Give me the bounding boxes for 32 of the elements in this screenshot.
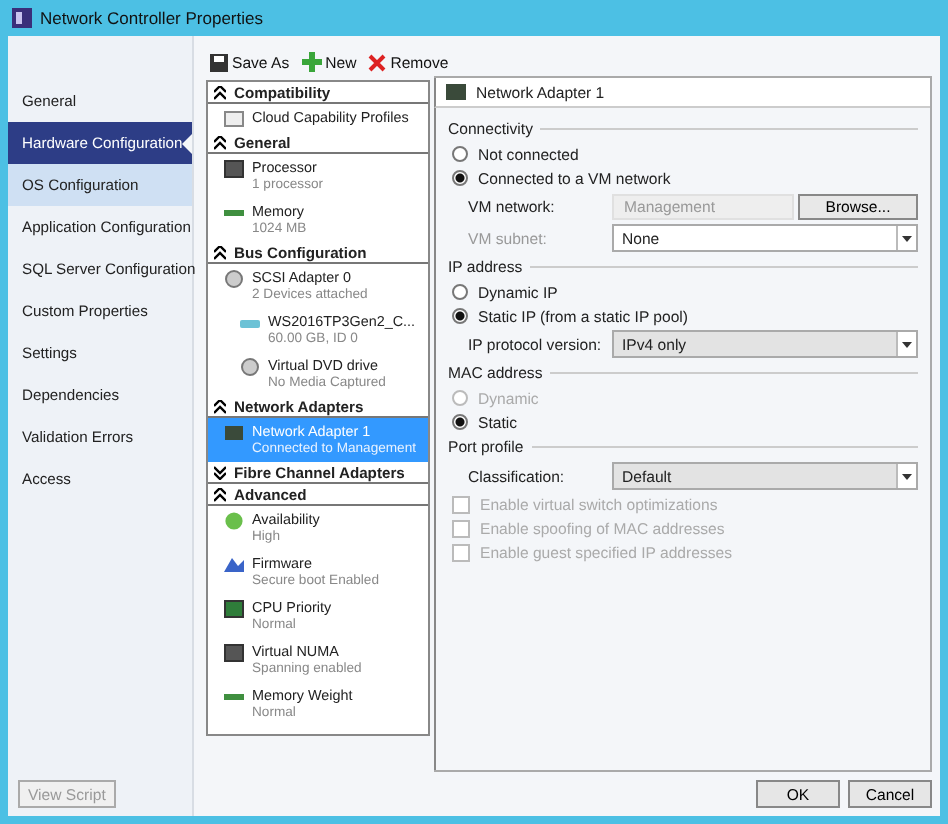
device-icon [224,512,244,530]
device-icon [240,314,260,332]
device-icon [224,600,244,618]
radio-button[interactable] [452,414,468,430]
device-icon [224,644,244,662]
radio-button[interactable] [452,146,468,162]
device-icon [224,160,244,178]
radio-button[interactable] [452,170,468,186]
radio-button[interactable] [452,308,468,324]
radio-button[interactable] [452,284,468,300]
network-card-icon [446,84,466,100]
chevron-icon [214,135,226,149]
device-icon [240,358,260,376]
chevron-icon [214,465,226,479]
device-icon [224,204,244,222]
dropdown-arrow-icon [902,473,912,479]
device-icon [224,270,244,288]
chevron-icon [214,245,226,259]
x-icon [368,53,387,71]
dropdown-arrow-icon [902,341,912,347]
device-icon [224,424,244,442]
chevron-icon [214,487,226,501]
dropdown-arrow-icon [902,235,912,241]
app-icon [12,8,32,28]
device-icon [224,110,244,128]
plus-icon [301,52,322,72]
device-icon [224,688,244,706]
window-title: Network Controller Properties [40,8,263,28]
chevron-icon [214,85,226,99]
device-icon [224,556,244,574]
floppy-icon [210,53,228,71]
chevron-icon [214,399,226,413]
